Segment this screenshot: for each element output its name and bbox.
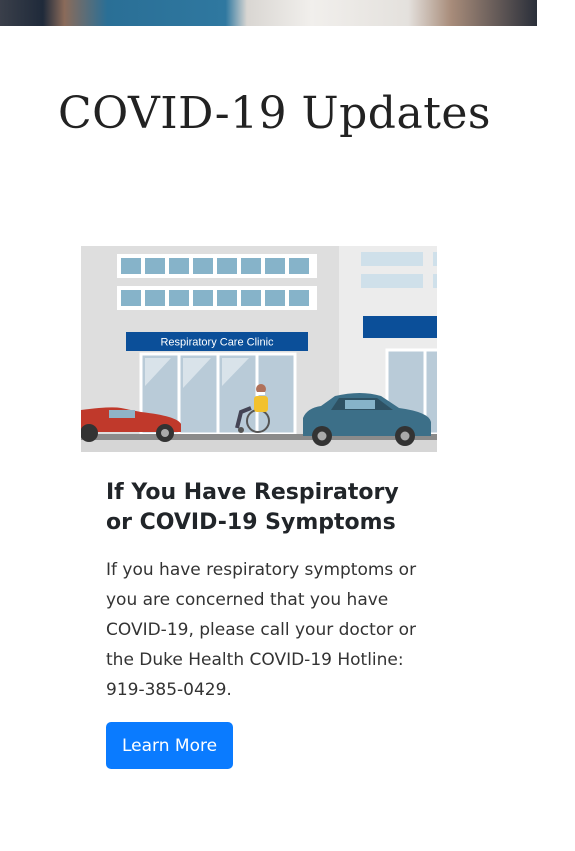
card-title: If You Have Respiratory or COVID-19 Symp… xyxy=(106,480,399,535)
clinic-sign-text: Respiratory Care Clinic xyxy=(160,337,274,349)
clinic-illustration: Respiratory Care Clinic xyxy=(81,246,437,452)
learn-more-button[interactable]: Learn More xyxy=(106,722,234,769)
page-title: COVID-19 Updates xyxy=(58,88,492,139)
card-body-text: If you have respiratory symptoms or you … xyxy=(106,560,417,700)
hero-banner-image xyxy=(0,0,537,26)
